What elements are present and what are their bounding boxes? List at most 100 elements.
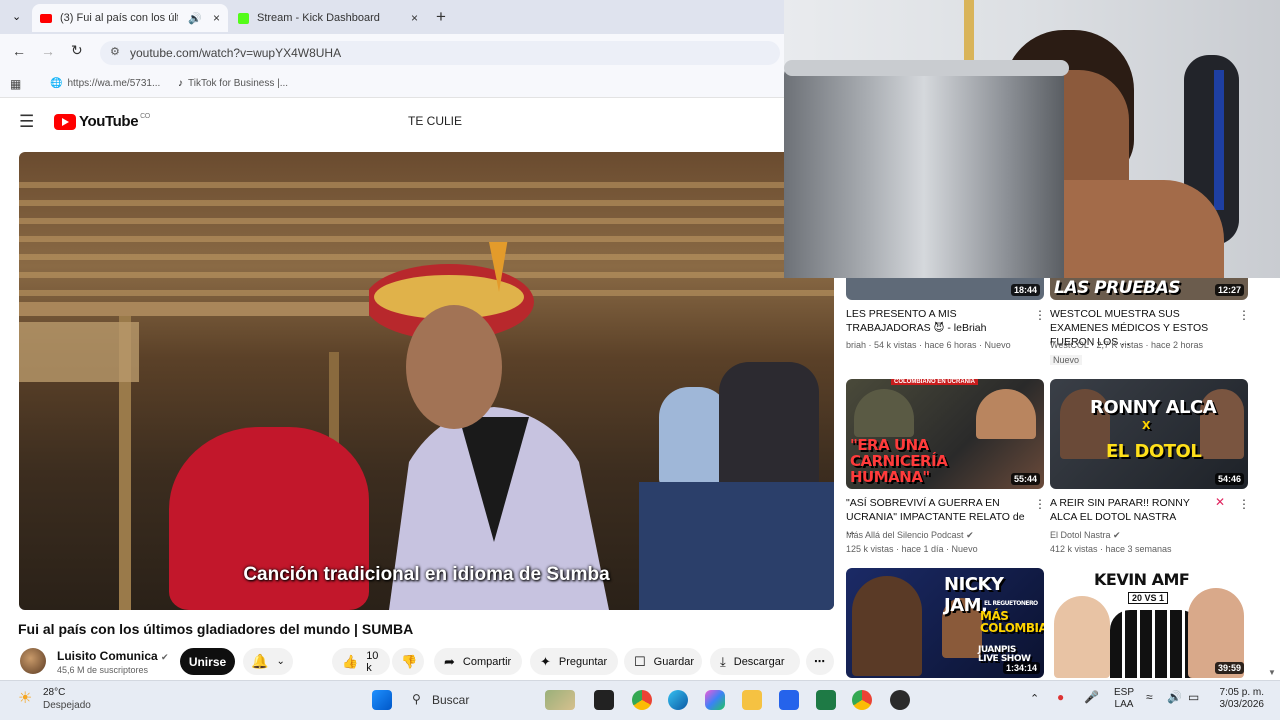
search-input[interactable]: TE CULIE <box>396 110 790 132</box>
taskbar-search[interactable]: ⚲ Buscar <box>406 690 526 710</box>
wifi-icon[interactable]: ≈ <box>1146 690 1153 704</box>
microphone-icon[interactable]: 🎤 <box>1084 690 1099 704</box>
subscriber-count: 45,6 M de suscriptores <box>57 665 149 675</box>
rec-title[interactable]: A REIR SIN PARAR!! RONNY ALCA EL DOTOL N… <box>1050 496 1216 524</box>
bookmark-tiktok[interactable]: ♪ TikTok for Business |... <box>178 78 288 89</box>
tab-label: Stream - Kick Dashboard <box>257 12 380 24</box>
terminal-icon[interactable] <box>594 690 614 710</box>
download-button[interactable]: ⤓ Descargar <box>710 648 800 675</box>
rec-meta: 412 k vistas · hace 3 semanas <box>1050 544 1172 554</box>
share-button[interactable]: ➦ Compartir <box>434 648 522 675</box>
youtube-play-icon <box>54 113 76 130</box>
ask-button[interactable]: ✦ Preguntar <box>530 648 618 675</box>
new-badge: Nuevo <box>1050 355 1083 365</box>
duration-badge: 1:34:14 <box>1002 662 1040 674</box>
copilot-icon[interactable] <box>705 690 725 710</box>
language-indicator[interactable]: ESP LAA <box>1114 687 1134 711</box>
clock[interactable]: 7:05 p. m. 3/03/2026 <box>1218 687 1265 711</box>
weather-description: Despejado <box>43 700 91 711</box>
volume-icon[interactable]: 🔊 <box>1167 690 1182 704</box>
download-icon: ⤓ <box>720 653 726 669</box>
tab-label: (3) Fui al país con los últim <box>60 12 178 24</box>
bookmark-icon: ☐ <box>634 653 646 669</box>
like-button[interactable]: 👍 10 k <box>332 648 390 675</box>
verified-icon: ✔ <box>966 530 974 540</box>
rec-meta: El Dotol Nastra ✔ <box>1050 530 1121 540</box>
chrome-icon[interactable] <box>632 690 652 710</box>
rec-meta: 125 k vistas · hace 1 día · Nuevo <box>846 544 978 554</box>
thumbs-down-icon: 👎 <box>401 653 418 669</box>
rec-meta: WestCOL · 2,7 K vistas · hace 2 horas <box>1050 340 1204 350</box>
chrome-profile-icon[interactable] <box>852 690 872 710</box>
bookmark-whatsapp[interactable]: 🌐 https://wa.me/5731... <box>50 78 160 89</box>
elder-person <box>369 242 609 610</box>
rec-thumbnail[interactable]: 18:44 <box>846 278 1044 300</box>
tab-youtube[interactable]: (3) Fui al país con los últim 🔊 × <box>32 4 228 32</box>
channel-avatar[interactable] <box>20 648 46 674</box>
kick-favicon-icon <box>238 12 249 24</box>
share-arrow-icon: ➦ <box>444 653 455 669</box>
obs-icon[interactable] <box>890 690 910 710</box>
globe-icon: 🌐 <box>50 78 63 89</box>
channel-name[interactable]: Luisito Comunica ✔ <box>57 649 169 663</box>
tiktok-icon: ♪ <box>178 78 183 89</box>
video-title: Fui al país con los últimos gladiadores … <box>18 621 414 637</box>
url-field[interactable]: ⚙ youtube.com/watch?v=wupYX4W8UHA <box>100 41 780 65</box>
more-options-icon[interactable]: ⋮ <box>1034 497 1046 511</box>
join-button[interactable]: Unirse <box>180 648 235 675</box>
more-dots-icon: ⋯ <box>814 656 825 668</box>
video-subtitle: Canción tradicional en idioma de Sumba <box>243 564 610 585</box>
apps-grid-icon[interactable]: ▦ <box>10 77 21 91</box>
url-text: youtube.com/watch?v=wupYX4W8UHA <box>130 46 342 60</box>
rec-title[interactable]: LES PRESENTO A MIS TRABAJADORAS 😈 - leBr… <box>846 307 1026 335</box>
duration-badge: 55:44 <box>1010 473 1040 485</box>
duration-badge: 12:27 <box>1214 284 1244 296</box>
rec-thumbnail[interactable]: NICKY JAM, EL REGUETONERO MÁS COLOMBIANO… <box>846 568 1044 678</box>
rec-meta: briah · 54 k vistas · hace 6 horas · Nue… <box>846 340 1011 350</box>
thumbs-up-icon: 👍 <box>342 653 359 669</box>
store-icon[interactable] <box>779 690 799 710</box>
more-actions-button[interactable]: ⋯ <box>806 648 834 675</box>
scroll-down-arrow-icon[interactable]: ▼ <box>1268 668 1276 677</box>
tab-kick[interactable]: Stream - Kick Dashboard × <box>230 4 426 32</box>
red-x-icon[interactable]: ✕ <box>1215 495 1225 509</box>
chevron-down-icon: ⌄ <box>276 656 285 667</box>
tray-app-icon[interactable]: ● <box>1057 690 1064 704</box>
close-tab-icon[interactable]: × <box>411 11 418 25</box>
video-player[interactable]: Canción tradicional en idioma de Sumba <box>19 152 834 610</box>
youtube-favicon-icon <box>40 13 52 23</box>
verified-icon: ✔ <box>161 652 169 662</box>
youtube-logo[interactable]: YouTube CO <box>54 113 150 130</box>
save-button[interactable]: ☐ Guardar <box>624 648 702 675</box>
search-icon: ⚲ <box>412 692 421 706</box>
dislike-button[interactable]: 👎 <box>392 648 424 675</box>
widget-icon[interactable] <box>545 690 575 710</box>
duration-badge: 39:59 <box>1214 662 1244 674</box>
more-options-icon[interactable]: ⋮ <box>1238 308 1250 322</box>
windows-start-icon[interactable] <box>372 690 392 710</box>
more-options-icon[interactable]: ⋮ <box>1238 497 1250 511</box>
verified-icon: ✔ <box>1113 530 1121 540</box>
more-options-icon[interactable]: ⋮ <box>1034 308 1046 322</box>
duration-badge: 54:46 <box>1214 473 1244 485</box>
new-tab-button[interactable]: + <box>436 7 446 27</box>
reload-icon[interactable]: ↻ <box>71 42 83 59</box>
file-explorer-icon[interactable] <box>742 690 762 710</box>
hamburger-menu-icon[interactable]: ☰ <box>19 112 34 132</box>
battery-icon[interactable]: ▭ <box>1188 690 1199 704</box>
tray-chevron-icon[interactable]: ⌃ <box>1030 692 1039 705</box>
tab-list-chevron-icon[interactable]: ⌄ <box>12 10 21 23</box>
rec-thumbnail[interactable]: COLOMBIANO EN UCRANIA "ERA UNA CARNICERÍ… <box>846 379 1044 489</box>
rec-thumbnail[interactable]: KEVIN AMF 20 VS 1 39:59 <box>1050 568 1248 678</box>
back-arrow-icon[interactable]: ← <box>12 43 26 59</box>
weather-sun-icon[interactable]: ☀ <box>18 688 32 708</box>
rec-thumbnail[interactable]: LAS PRUEBAS 12:27 <box>1050 278 1248 300</box>
edge-icon[interactable] <box>668 690 688 710</box>
rec-meta: Más Allá del Silencio Podcast ✔ <box>846 530 974 540</box>
site-info-icon[interactable]: ⚙ <box>110 45 120 58</box>
forward-arrow-icon[interactable]: → <box>41 43 55 59</box>
close-tab-icon[interactable]: × <box>213 11 220 25</box>
rec-thumbnail[interactable]: RONNY ALCA X EL DOTOL 54:46 <box>1050 379 1248 489</box>
notifications-button[interactable]: 🔔 ⌄ <box>243 648 293 675</box>
spreadsheet-icon[interactable] <box>816 690 836 710</box>
